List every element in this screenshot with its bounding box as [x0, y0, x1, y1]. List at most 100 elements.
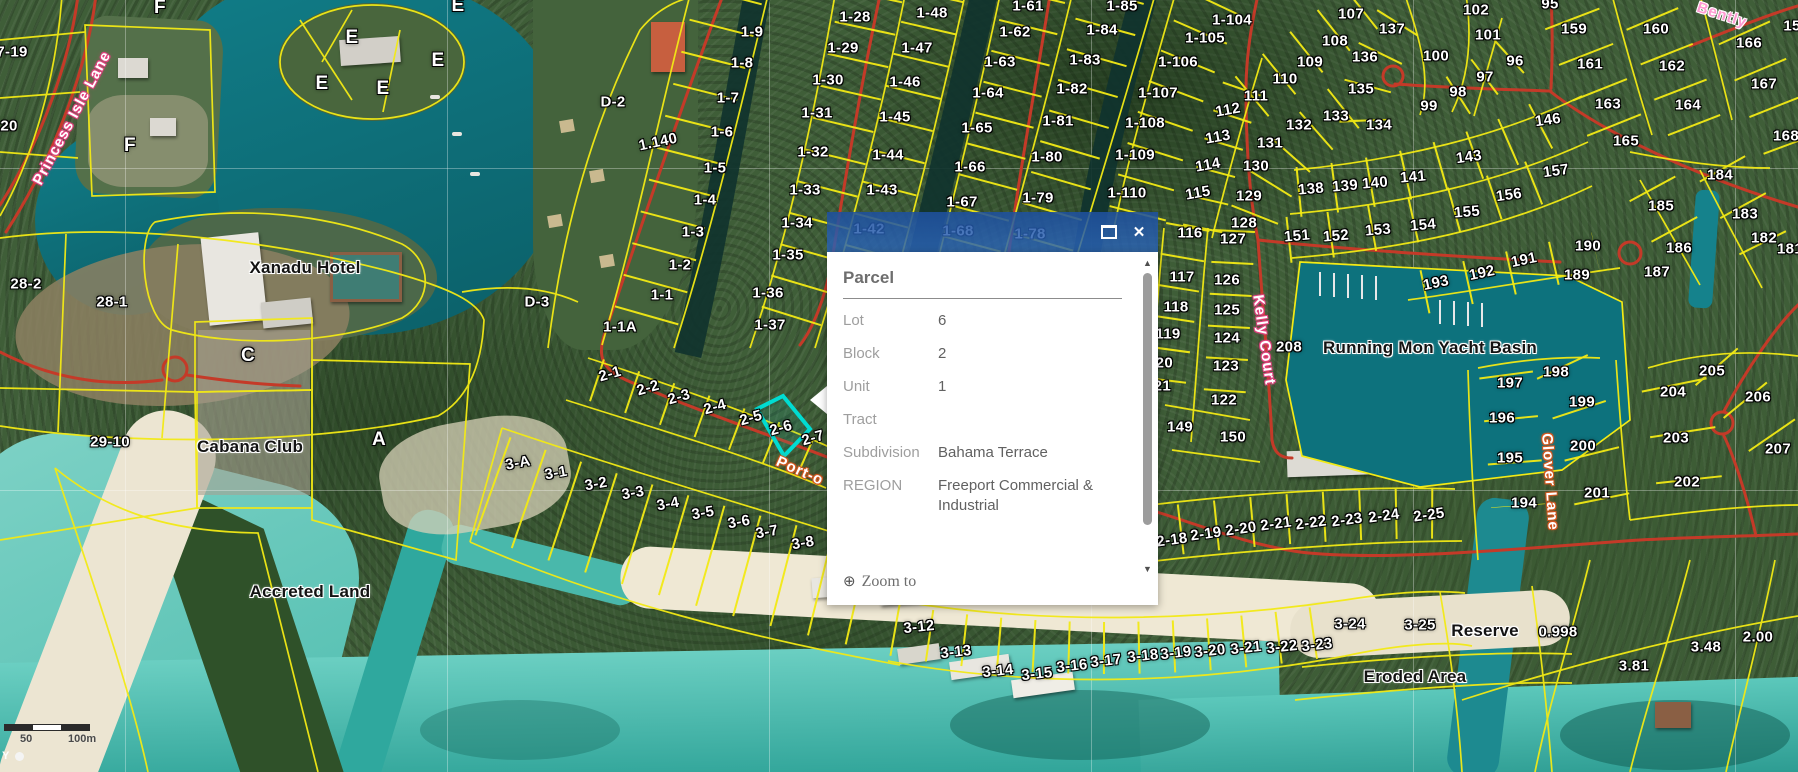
parcel-label[interactable]: 1-7 — [717, 90, 740, 107]
parcel-label[interactable]: 136 — [1352, 49, 1378, 66]
parcel-label[interactable]: 1-9 — [741, 24, 764, 41]
popup-header[interactable]: ✕ — [827, 212, 1158, 252]
parcel-label[interactable]: 3-17 — [1090, 651, 1123, 671]
scrollbar-thumb[interactable] — [1143, 273, 1152, 525]
parcel-label[interactable]: 2-19 — [1189, 523, 1222, 544]
parcel-label[interactable]: E — [377, 78, 390, 100]
parcel-label[interactable]: 2-23 — [1330, 509, 1363, 530]
parcel-label[interactable]: 206 — [1745, 389, 1771, 406]
parcel-label[interactable]: 123 — [1213, 358, 1239, 375]
parcel-label[interactable]: 2-18 — [1155, 529, 1188, 550]
parcel-label[interactable]: 198 — [1543, 364, 1569, 381]
parcel-label[interactable]: 161 — [1577, 56, 1603, 73]
parcel-label[interactable]: 117 — [1169, 269, 1194, 286]
parcel-label[interactable]: 160 — [1643, 21, 1669, 38]
parcel-label[interactable]: 3-4 — [655, 494, 680, 515]
parcel-label[interactable]: 97 — [1476, 69, 1493, 86]
parcel-label[interactable]: 126 — [1214, 272, 1240, 289]
parcel-label[interactable]: 3-13 — [940, 642, 973, 662]
parcel-label[interactable]: 183 — [1732, 206, 1758, 223]
parcel-label[interactable]: 135 — [1348, 81, 1374, 98]
parcel-label[interactable]: 153 — [1364, 220, 1391, 239]
parcel-label[interactable]: 109 — [1297, 54, 1323, 71]
parcel-label[interactable]: 3.48 — [1691, 639, 1721, 656]
parcel-label[interactable]: 133 — [1323, 108, 1349, 125]
parcel-label[interactable]: 28-1 — [96, 294, 127, 311]
parcel-label[interactable]: 199 — [1569, 394, 1595, 411]
parcel-label[interactable]: 1-64 — [972, 85, 1003, 102]
parcel-label[interactable]: 3-A — [504, 452, 532, 473]
parcel-label[interactable]: 1-5 — [704, 160, 727, 177]
parcel-label[interactable]: 2-22 — [1294, 512, 1327, 533]
parcel-label[interactable]: 1-109 — [1115, 147, 1155, 164]
parcel-label[interactable]: 3-20 — [1194, 641, 1227, 661]
parcel-label[interactable]: 197 — [1497, 375, 1523, 392]
parcel-label[interactable]: 3-8 — [790, 533, 815, 554]
parcel-label[interactable]: 1-35 — [772, 247, 803, 264]
parcel-label[interactable]: 3-12 — [903, 617, 936, 637]
parcel-label[interactable]: 2-1 — [597, 363, 623, 386]
parcel-label[interactable]: 3-19 — [1160, 643, 1193, 663]
parcel-label[interactable]: 1-85 — [1106, 0, 1137, 15]
parcel-label[interactable]: 189 — [1564, 267, 1590, 284]
parcel-label[interactable]: 1-67 — [946, 194, 977, 211]
parcel-label[interactable]: 1-83 — [1069, 52, 1100, 69]
parcel-label[interactable]: 124 — [1214, 330, 1240, 347]
parcel-label[interactable]: 1-84 — [1086, 22, 1117, 39]
parcel-label[interactable]: 114 — [1194, 154, 1222, 175]
parcel-label[interactable]: 1-107 — [1138, 85, 1178, 102]
parcel-label[interactable]: 28-2 — [10, 276, 41, 293]
parcel-label[interactable]: 192 — [1468, 262, 1497, 284]
parcel-label[interactable]: 1-63 — [984, 54, 1015, 71]
parcel-label[interactable]: 1-28 — [839, 9, 870, 26]
parcel-label[interactable]: 1-2 — [669, 257, 692, 274]
parcel-label[interactable]: 119 — [1155, 326, 1180, 343]
parcel-label[interactable]: 2-24 — [1367, 505, 1400, 526]
parcel-label[interactable]: A — [372, 429, 386, 451]
parcel-label[interactable]: 137 — [1379, 21, 1405, 38]
parcel-label[interactable]: 125 — [1214, 302, 1240, 319]
parcel-label[interactable]: F — [154, 0, 166, 19]
parcel-label[interactable]: 196 — [1489, 410, 1515, 427]
parcel-label[interactable]: 191 — [1510, 249, 1539, 271]
parcel-label[interactable]: 96 — [1506, 53, 1523, 70]
parcel-label[interactable]: 1-105 — [1185, 30, 1225, 47]
parcel-label[interactable]: 1-65 — [961, 120, 992, 137]
parcel-label[interactable]: 3-24 — [1334, 616, 1365, 633]
parcel-label[interactable]: 2-2 — [635, 377, 661, 400]
parcel-label[interactable]: 1-32 — [797, 144, 828, 161]
parcel-label[interactable]: 100 — [1423, 48, 1449, 65]
parcel-label[interactable]: 132 — [1286, 117, 1312, 134]
scroll-down-arrow[interactable]: ▼ — [1142, 564, 1153, 574]
parcel-label[interactable]: 1-29 — [827, 40, 858, 57]
parcel-label[interactable]: 185 — [1648, 198, 1674, 215]
parcel-label[interactable]: 116 — [1177, 225, 1202, 242]
parcel-label[interactable]: 205 — [1699, 363, 1725, 380]
parcel-label[interactable]: 99 — [1420, 98, 1437, 115]
parcel-label[interactable]: 112 — [1214, 99, 1242, 120]
parcel-label[interactable]: 1-81 — [1042, 113, 1073, 130]
parcel-label[interactable]: 3-1 — [543, 463, 568, 484]
parcel-label[interactable]: 130 — [1243, 158, 1269, 175]
parcel-label[interactable]: 118 — [1163, 299, 1188, 316]
parcel-label[interactable]: 1-33 — [789, 182, 820, 199]
parcel-label[interactable]: 139 — [1331, 176, 1358, 195]
parcel-label[interactable]: 1-1A — [603, 319, 637, 336]
parcel-label[interactable]: 165 — [1613, 133, 1639, 150]
parcel-label[interactable]: 1-80 — [1031, 149, 1062, 166]
scroll-up-arrow[interactable]: ▲ — [1142, 258, 1153, 268]
parcel-label[interactable]: 3-22 — [1266, 637, 1299, 657]
parcel-label[interactable]: 181 — [1777, 241, 1798, 258]
parcel-label[interactable]: 115 — [1184, 182, 1212, 203]
parcel-label[interactable]: 167 — [1751, 76, 1777, 93]
parcel-label[interactable]: 2-6 — [768, 417, 794, 440]
parcel-label[interactable]: 1-66 — [954, 159, 985, 176]
parcel-label[interactable]: 122 — [1211, 392, 1237, 409]
parcel-label[interactable]: 193 — [1422, 272, 1451, 294]
parcel-label[interactable]: 1-45 — [879, 109, 910, 126]
parcel-label[interactable]: 2-4 — [702, 396, 728, 419]
parcel-label[interactable]: 2-21 — [1259, 513, 1292, 534]
parcel-label[interactable]: 3-18 — [1127, 646, 1160, 666]
parcel-label[interactable]: 151 — [1283, 226, 1310, 245]
parcel-label[interactable]: 1-1 — [651, 287, 674, 304]
